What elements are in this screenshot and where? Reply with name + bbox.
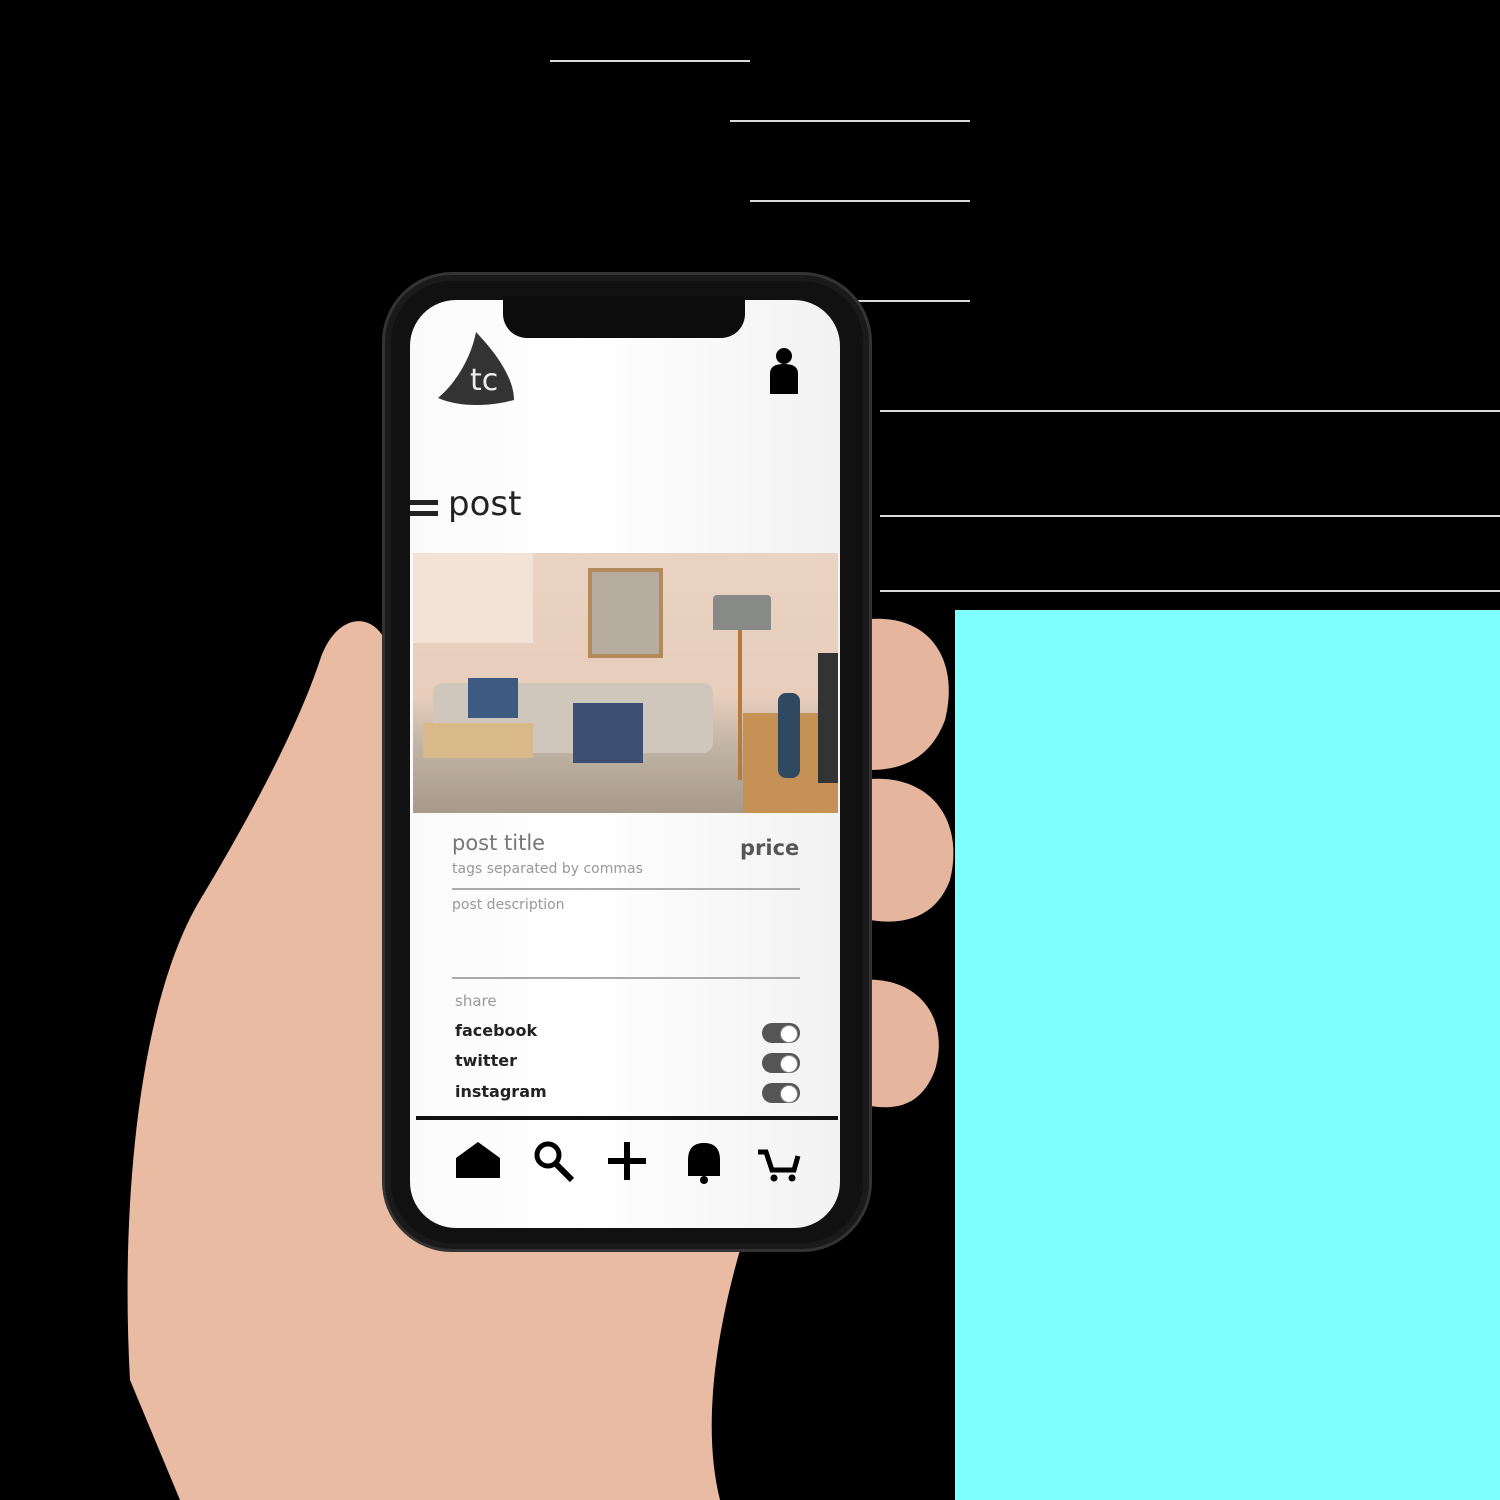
logo[interactable]: tc xyxy=(436,328,518,408)
share-twitter-label: twitter xyxy=(455,1051,517,1070)
logo-text: tc xyxy=(470,363,498,398)
home-icon[interactable] xyxy=(454,1138,502,1186)
tags-input[interactable]: tags separated by commas xyxy=(452,861,643,877)
share-facebook-label: facebook xyxy=(455,1021,538,1040)
share-instagram-label: instagram xyxy=(455,1082,547,1101)
description-input[interactable]: post description xyxy=(452,897,565,913)
price-input[interactable]: price xyxy=(740,836,799,860)
twitter-toggle[interactable] xyxy=(762,1053,800,1073)
bell-icon[interactable] xyxy=(680,1138,728,1186)
search-icon[interactable] xyxy=(530,1138,578,1186)
menu-icon[interactable] xyxy=(410,500,438,516)
divider xyxy=(452,977,800,979)
facebook-toggle[interactable] xyxy=(762,1023,800,1043)
person-icon[interactable] xyxy=(766,346,802,396)
nav-bar-border xyxy=(416,1116,838,1120)
divider xyxy=(452,888,800,890)
instagram-toggle[interactable] xyxy=(762,1083,800,1103)
plus-icon[interactable] xyxy=(604,1138,652,1186)
phone-notch xyxy=(503,296,745,338)
page-title: post xyxy=(448,484,522,524)
post-title-input[interactable]: post title xyxy=(452,831,545,855)
cart-icon[interactable] xyxy=(756,1138,804,1186)
post-image[interactable] xyxy=(413,553,838,813)
share-label: share xyxy=(455,992,497,1010)
